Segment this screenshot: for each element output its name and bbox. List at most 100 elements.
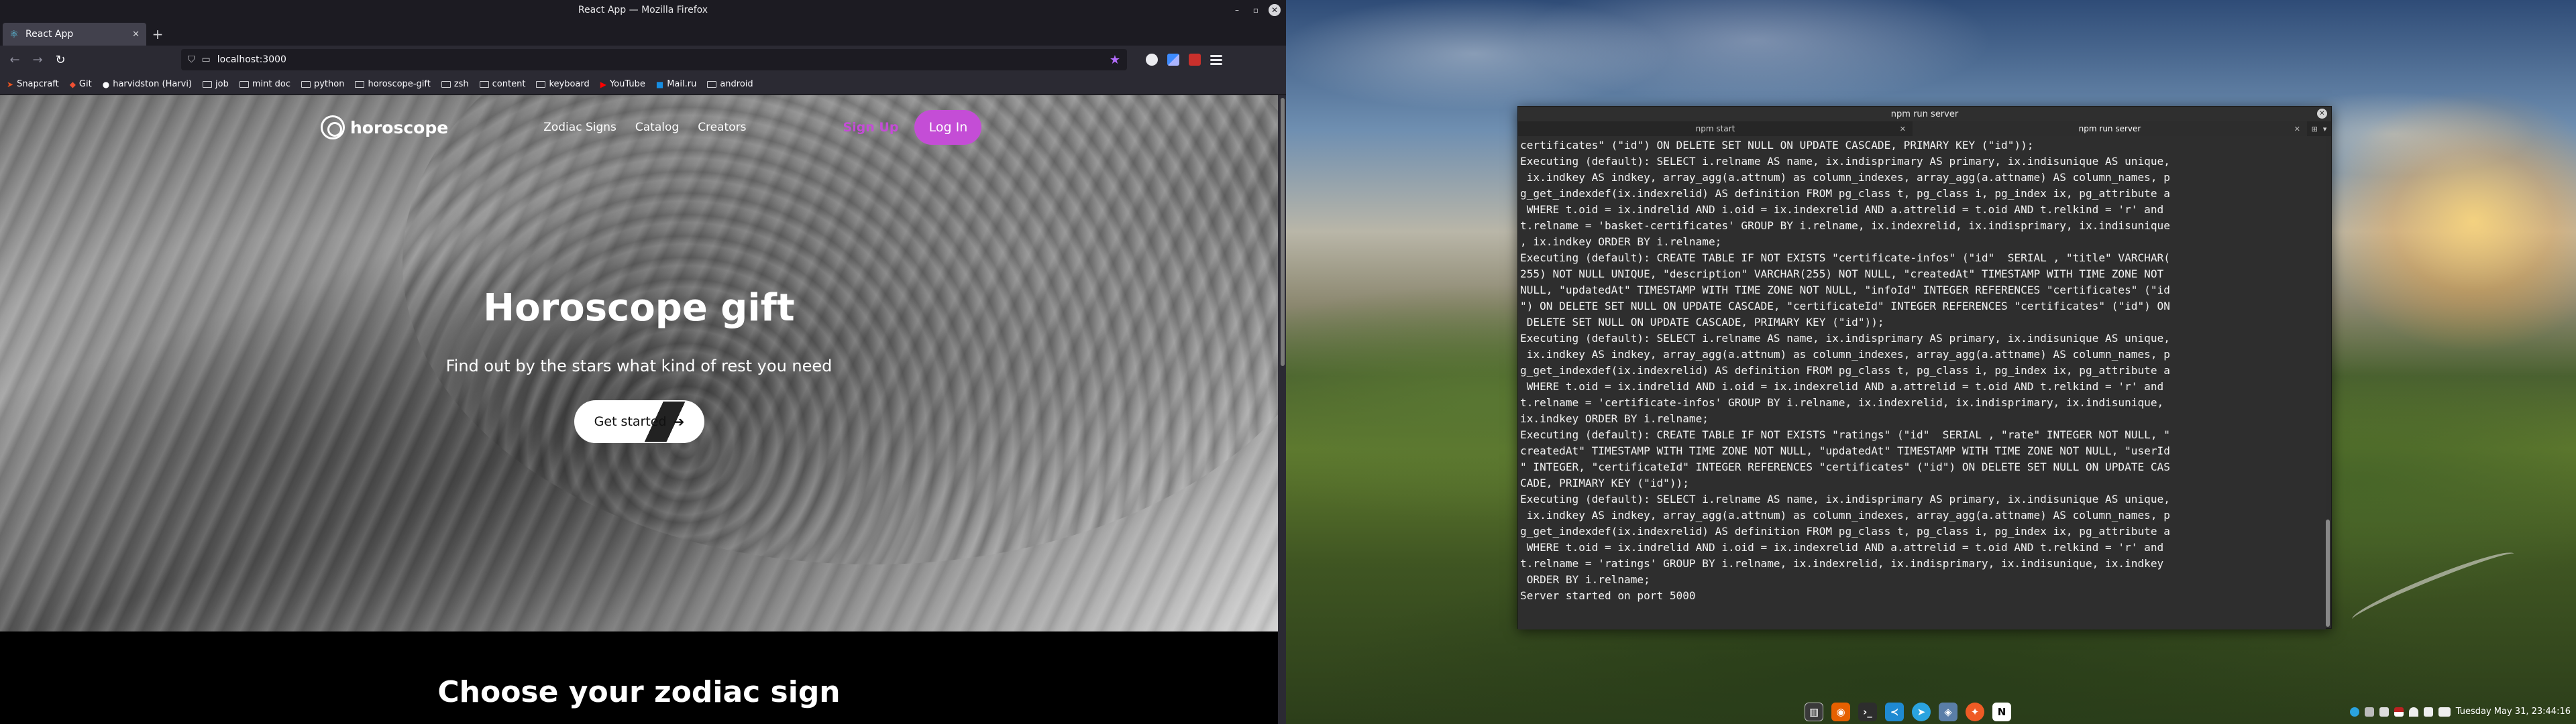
vscode-icon[interactable]: ≺	[1885, 702, 1904, 721]
keyboard-layout-icon[interactable]	[2394, 707, 2404, 717]
sign-up-link[interactable]: Sign Up	[843, 120, 898, 135]
terminal-tab-bar: npm start ✕ npm run server ✕ ⊞ ▾	[1518, 121, 2331, 136]
terminal-line: DELETE SET NULL ON UPDATE CASCADE, PRIMA…	[1520, 316, 1884, 328]
chevron-down-icon[interactable]: ▾	[2323, 125, 2327, 133]
close-icon[interactable]: ✕	[2317, 109, 2327, 119]
nav-link-catalog[interactable]: Catalog	[635, 121, 679, 134]
tab-close-icon[interactable]: ✕	[2294, 125, 2300, 133]
tab-title: React App	[25, 29, 74, 40]
bluetooth-icon[interactable]	[2364, 707, 2374, 717]
terminal-scrollbar[interactable]	[2326, 139, 2330, 627]
dbeaver-icon[interactable]: ◈	[1939, 702, 1957, 721]
terminal-line: WHERE t.oid = ix.indrelid AND i.oid = ix…	[1520, 541, 2164, 554]
new-tab-button[interactable]: +	[146, 23, 169, 46]
get-started-button[interactable]: Get started ➔	[574, 400, 704, 443]
postman-icon[interactable]: ✦	[1966, 702, 1984, 721]
scrollbar-thumb[interactable]	[1281, 98, 1285, 366]
new-tab-icon[interactable]: ⊞	[2312, 125, 2318, 133]
terminal-line: CADE, PRIMARY KEY ("id"));	[1520, 477, 1689, 489]
bookmark-item[interactable]: content	[479, 79, 525, 89]
terminal-line: g_get_indexdef(ix.indexrelid) AS definit…	[1520, 187, 2170, 200]
terminal-line: 255) NOT NULL UNIQUE, "description" VARC…	[1520, 267, 2164, 280]
youtube-icon: ▶	[600, 79, 606, 89]
maximize-icon[interactable]: ▫	[1250, 4, 1262, 16]
tab-close-icon[interactable]: ✕	[1900, 125, 1906, 133]
clock[interactable]: Tuesday May 31, 23:44:16	[2456, 707, 2571, 717]
minimize-icon[interactable]: –	[1231, 4, 1243, 16]
volume-icon[interactable]	[2423, 707, 2433, 717]
page-info-icon[interactable]: ▭	[202, 54, 211, 65]
bookmark-item[interactable]: ● harvidston (Harvi)	[103, 79, 192, 89]
vpn-icon[interactable]	[2379, 707, 2389, 717]
mailru-icon: ■	[655, 79, 664, 89]
forward-icon[interactable]: →	[28, 50, 47, 69]
bookmark-item[interactable]: python	[301, 79, 344, 89]
terminal-output[interactable]: certificates" ("id") ON DELETE SET NULL …	[1518, 136, 2326, 629]
bookmark-item[interactable]: android	[707, 79, 753, 89]
nav-link-zodiac-signs[interactable]: Zodiac Signs	[543, 121, 616, 134]
terminal-line: ix.indkey AS indkey, array_agg(a.attnum)…	[1520, 509, 2170, 522]
terminal-line: " INTEGER, "certificateId" INTEGER REFER…	[1520, 461, 2170, 473]
reload-icon[interactable]: ↻	[51, 50, 70, 69]
bookmark-item[interactable]: horoscope-gift	[355, 79, 431, 89]
terminal-line: ORDER BY i.relname;	[1520, 573, 1650, 586]
url-bar[interactable]: ⛉ ▭ localhost:3000 ★	[181, 49, 1127, 70]
terminal-line: createdAt" TIMESTAMP WITH TIME ZONE NOT …	[1520, 444, 2170, 457]
battery-icon[interactable]	[2438, 707, 2451, 717]
terminal-window-title: npm run server	[1890, 109, 1959, 119]
folder-icon	[441, 80, 451, 88]
shield-icon[interactable]: ⛉	[188, 54, 195, 65]
terminal-line: Executing (default): SELECT i.relname AS…	[1520, 332, 2170, 345]
back-icon[interactable]: ←	[5, 50, 24, 69]
terminal-line: , ix.indkey ORDER BY i.relname;	[1520, 235, 1722, 248]
bookmark-item[interactable]: job	[203, 79, 229, 89]
terminal-titlebar[interactable]: npm run server ✕	[1518, 107, 2331, 121]
terminal-tab-npm-start[interactable]: npm start ✕	[1518, 121, 1913, 136]
extension-icon[interactable]	[1189, 54, 1201, 66]
extension-icon[interactable]	[1167, 54, 1179, 66]
terminal-line: Executing (default): CREATE TABLE IF NOT…	[1520, 251, 2170, 264]
bookmark-item[interactable]: ▶ YouTube	[600, 79, 645, 89]
terminal-line: ix.indkey AS indkey, array_agg(a.attnum)…	[1520, 171, 2170, 184]
bookmark-item[interactable]: keyboard	[536, 79, 590, 89]
nav-link-creators[interactable]: Creators	[698, 121, 746, 134]
bookmark-item[interactable]: ➤ Snapcraft	[7, 79, 59, 89]
telegram-icon[interactable]: ➤	[1912, 702, 1931, 721]
firefox-icon[interactable]: ◉	[1831, 702, 1850, 721]
url-text[interactable]: localhost:3000	[217, 54, 286, 65]
bookmark-star-icon[interactable]: ★	[1110, 53, 1120, 67]
firefox-titlebar: React App — Mozilla Firefox – ▫ ✕	[0, 0, 1286, 20]
terminal-line: ") ON DELETE SET NULL ON UPDATE CASCADE,…	[1520, 300, 2170, 312]
notion-icon[interactable]: N	[1992, 702, 2011, 721]
bookmarks-toolbar: ➤ Snapcraft ◆ Git ● harvidston (Harvi) job …	[0, 74, 1286, 95]
github-icon: ●	[102, 79, 110, 89]
menu-icon[interactable]	[1210, 58, 1222, 61]
react-icon: ⚛	[9, 28, 19, 40]
folder-icon	[301, 80, 311, 88]
hero-title: Horoscope gift	[483, 286, 795, 330]
bookmark-item[interactable]: zsh	[441, 79, 469, 89]
folder-icon	[707, 80, 717, 88]
telegram-tray-icon[interactable]	[2349, 707, 2359, 717]
page-scrollbar[interactable]	[1279, 95, 1286, 724]
tab-close-icon[interactable]: ✕	[132, 29, 140, 40]
bookmark-item[interactable]: ■ Mail.ru	[656, 79, 696, 89]
scrollbar-thumb[interactable]	[2326, 520, 2330, 627]
bookmark-item[interactable]: mint doc	[239, 79, 290, 89]
bookmark-item[interactable]: ◆ Git	[70, 79, 92, 89]
terminal-line: certificates" ("id") ON DELETE SET NULL …	[1520, 139, 2034, 152]
terminal-line: t.relname = 'basket-certificates' GROUP …	[1520, 219, 2170, 232]
terminal-window[interactable]: npm run server ✕ npm start ✕ npm run ser…	[1517, 106, 2332, 629]
extension-icon[interactable]	[1146, 54, 1158, 66]
close-icon[interactable]: ✕	[1269, 4, 1281, 16]
tab-react-app[interactable]: ⚛ React App ✕	[3, 23, 146, 46]
terminal-tab-npm-run-server[interactable]: npm run server ✕	[1913, 121, 2307, 136]
terminal-line: ix.indkey AS indkey, array_agg(a.attnum)…	[1520, 348, 2170, 361]
folder-icon	[239, 80, 249, 88]
site-logo[interactable]: horoscope	[321, 115, 448, 139]
terminal-icon[interactable]: ›_	[1858, 702, 1877, 721]
wifi-icon[interactable]	[2408, 707, 2418, 717]
tiling-icon[interactable]: ▥	[1805, 702, 1823, 721]
log-in-button[interactable]: Log In	[914, 110, 982, 145]
logo-text: horoscope	[350, 117, 449, 137]
